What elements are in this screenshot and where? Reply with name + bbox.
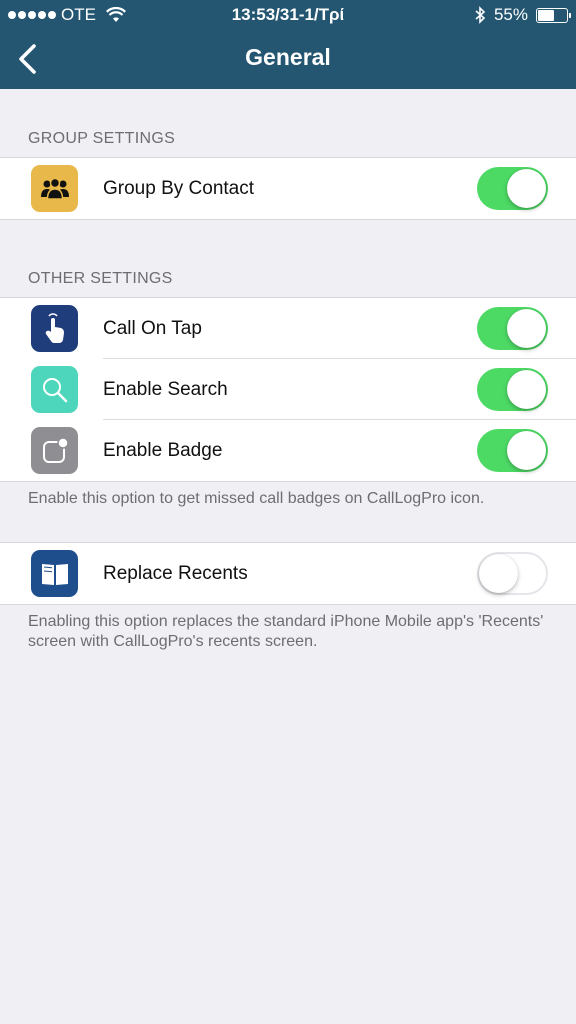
people-icon bbox=[31, 165, 78, 212]
badge-footer-note: Enable this option to get missed call ba… bbox=[28, 490, 485, 507]
setting-row-enable-badge: Enable Badge bbox=[0, 420, 576, 481]
setting-label: Group By Contact bbox=[103, 178, 255, 199]
group-by-contact-toggle[interactable] bbox=[477, 167, 548, 210]
setting-label: Enable Search bbox=[103, 379, 228, 400]
group-settings-group: Group By Contact bbox=[0, 157, 576, 220]
book-icon bbox=[31, 550, 78, 597]
section-header-group-settings: GROUP SETTINGS bbox=[28, 130, 176, 147]
section-header-other-settings: OTHER SETTINGS bbox=[28, 270, 173, 287]
top-bar: OTE 13:53/31-1/Τρί 55% General bbox=[0, 0, 576, 89]
recents-group: Replace Recents bbox=[0, 542, 576, 605]
setting-label: Replace Recents bbox=[103, 563, 248, 584]
setting-row-call-on-tap: Call On Tap bbox=[0, 298, 576, 359]
search-icon bbox=[31, 366, 78, 413]
enable-badge-toggle[interactable] bbox=[477, 429, 548, 472]
navigation-bar: General bbox=[0, 30, 576, 89]
setting-label: Call On Tap bbox=[103, 318, 202, 339]
bluetooth-icon bbox=[475, 6, 486, 24]
other-settings-group: Call On Tap Enable Search Enable Badge bbox=[0, 297, 576, 482]
status-bar: OTE 13:53/31-1/Τρί 55% bbox=[0, 0, 576, 30]
setting-row-group-by-contact: Group By Contact bbox=[0, 158, 576, 219]
replace-recents-toggle[interactable] bbox=[477, 552, 548, 595]
enable-search-toggle[interactable] bbox=[477, 368, 548, 411]
setting-label: Enable Badge bbox=[103, 440, 223, 461]
page-title: General bbox=[245, 44, 331, 70]
badge-icon bbox=[31, 427, 78, 474]
battery-percent: 55% bbox=[493, 5, 528, 24]
call-on-tap-toggle[interactable] bbox=[477, 307, 548, 350]
setting-row-replace-recents: Replace Recents bbox=[0, 543, 576, 604]
setting-row-enable-search: Enable Search bbox=[0, 359, 576, 420]
recents-footer-note: Enabling this option replaces the standa… bbox=[28, 613, 544, 650]
battery-icon bbox=[536, 7, 571, 23]
tap-hand-icon bbox=[31, 305, 78, 352]
